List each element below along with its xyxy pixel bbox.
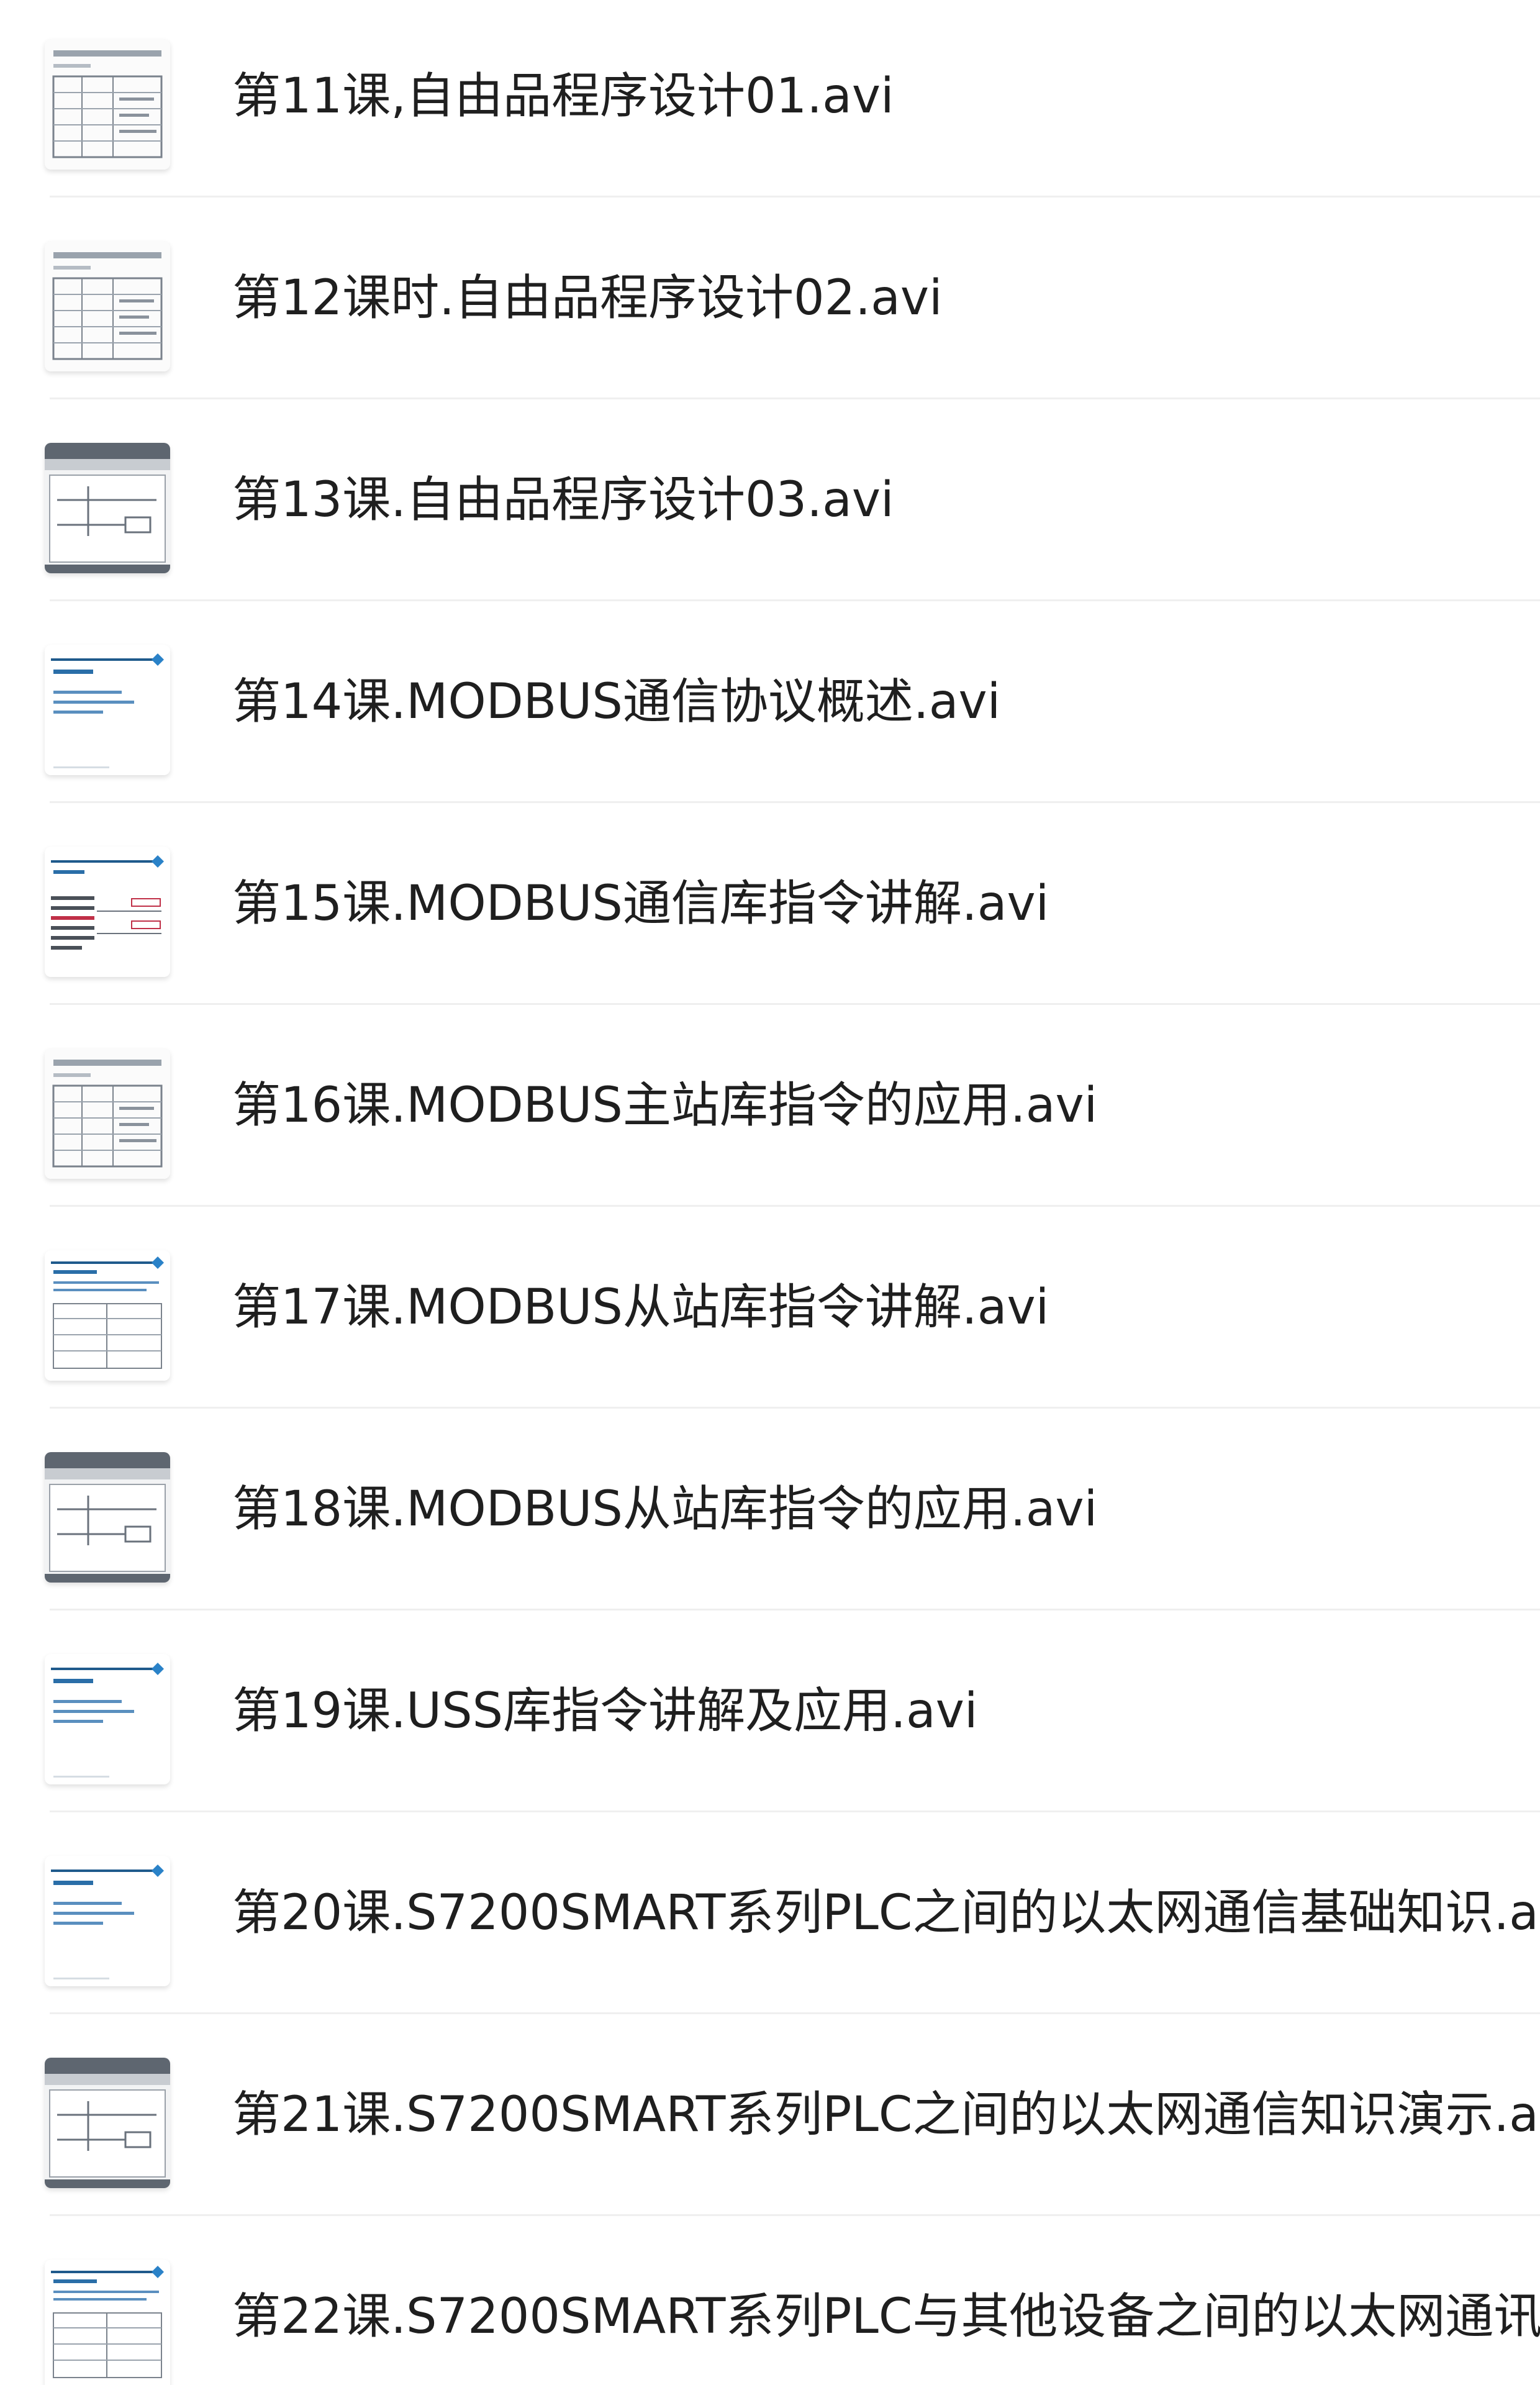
file-name: 第16课.MODBUS主站库指令的应用.avi — [232, 1078, 1098, 1133]
file-list-item[interactable]: 第14课.MODBUS通信协议概述.avi — [0, 601, 1540, 803]
file-name: 第18课.MODBUS从站库指令的应用.avi — [232, 1481, 1098, 1537]
software-window-icon — [45, 2058, 170, 2188]
slide-icon — [45, 645, 170, 775]
file-list-item[interactable]: 第11课,自由品程序设计01.avi — [0, 0, 1540, 198]
file-list-item[interactable]: 第12课时.自由品程序设计02.avi — [0, 198, 1540, 399]
file-list: 第11课,自由品程序设计01.avi 第12课时.自由品程序设计02.avi 第… — [0, 0, 1540, 2385]
software-window-icon — [45, 1452, 170, 1583]
file-list-item[interactable]: 第22课.S7200SMART系列PLC与其他设备之间的以太网通讯.avi — [0, 2216, 1540, 2385]
file-list-item[interactable]: 第17课.MODBUS从站库指令讲解.avi — [0, 1207, 1540, 1409]
file-list-item[interactable]: 第19课.USS库指令讲解及应用.avi — [0, 1610, 1540, 1812]
ladder-slide-icon — [45, 847, 170, 977]
file-list-item[interactable]: 第13课.自由品程序设计03.avi — [0, 399, 1540, 601]
file-name: 第22课.S7200SMART系列PLC与其他设备之间的以太网通讯.avi — [232, 2289, 1540, 2345]
file-name: 第13课.自由品程序设计03.avi — [232, 472, 894, 528]
slide-icon — [45, 1654, 170, 1784]
file-list-item[interactable]: 第21课.S7200SMART系列PLC之间的以太网通信知识演示.avi — [0, 2014, 1540, 2216]
file-list-item[interactable]: 第15课.MODBUS通信库指令讲解.avi — [0, 803, 1540, 1005]
file-name: 第21课.S7200SMART系列PLC之间的以太网通信知识演示.avi — [232, 2087, 1540, 2143]
file-list-item[interactable]: 第18课.MODBUS从站库指令的应用.avi — [0, 1409, 1540, 1610]
file-name: 第19课.USS库指令讲解及应用.avi — [232, 1683, 978, 1739]
file-name: 第17课.MODBUS从站库指令讲解.avi — [232, 1279, 1049, 1335]
file-name: 第14课.MODBUS通信协议概述.avi — [232, 674, 1001, 730]
file-name: 第20课.S7200SMART系列PLC之间的以太网通信基础知识.avi — [232, 1885, 1540, 1941]
file-name: 第12课时.自由品程序设计02.avi — [232, 270, 943, 326]
software-window-icon — [45, 443, 170, 573]
table-slide-icon — [45, 1250, 170, 1381]
table-icon — [45, 1048, 170, 1179]
file-name: 第11课,自由品程序设计01.avi — [232, 68, 894, 124]
file-list-item[interactable]: 第16课.MODBUS主站库指令的应用.avi — [0, 1005, 1540, 1207]
file-list-item[interactable]: 第20课.S7200SMART系列PLC之间的以太网通信基础知识.avi — [0, 1812, 1540, 2014]
table-slide-icon — [45, 2260, 170, 2385]
table-icon — [45, 39, 170, 170]
table-icon — [45, 241, 170, 371]
slide-icon — [45, 1856, 170, 1986]
file-name: 第15课.MODBUS通信库指令讲解.avi — [232, 876, 1049, 932]
